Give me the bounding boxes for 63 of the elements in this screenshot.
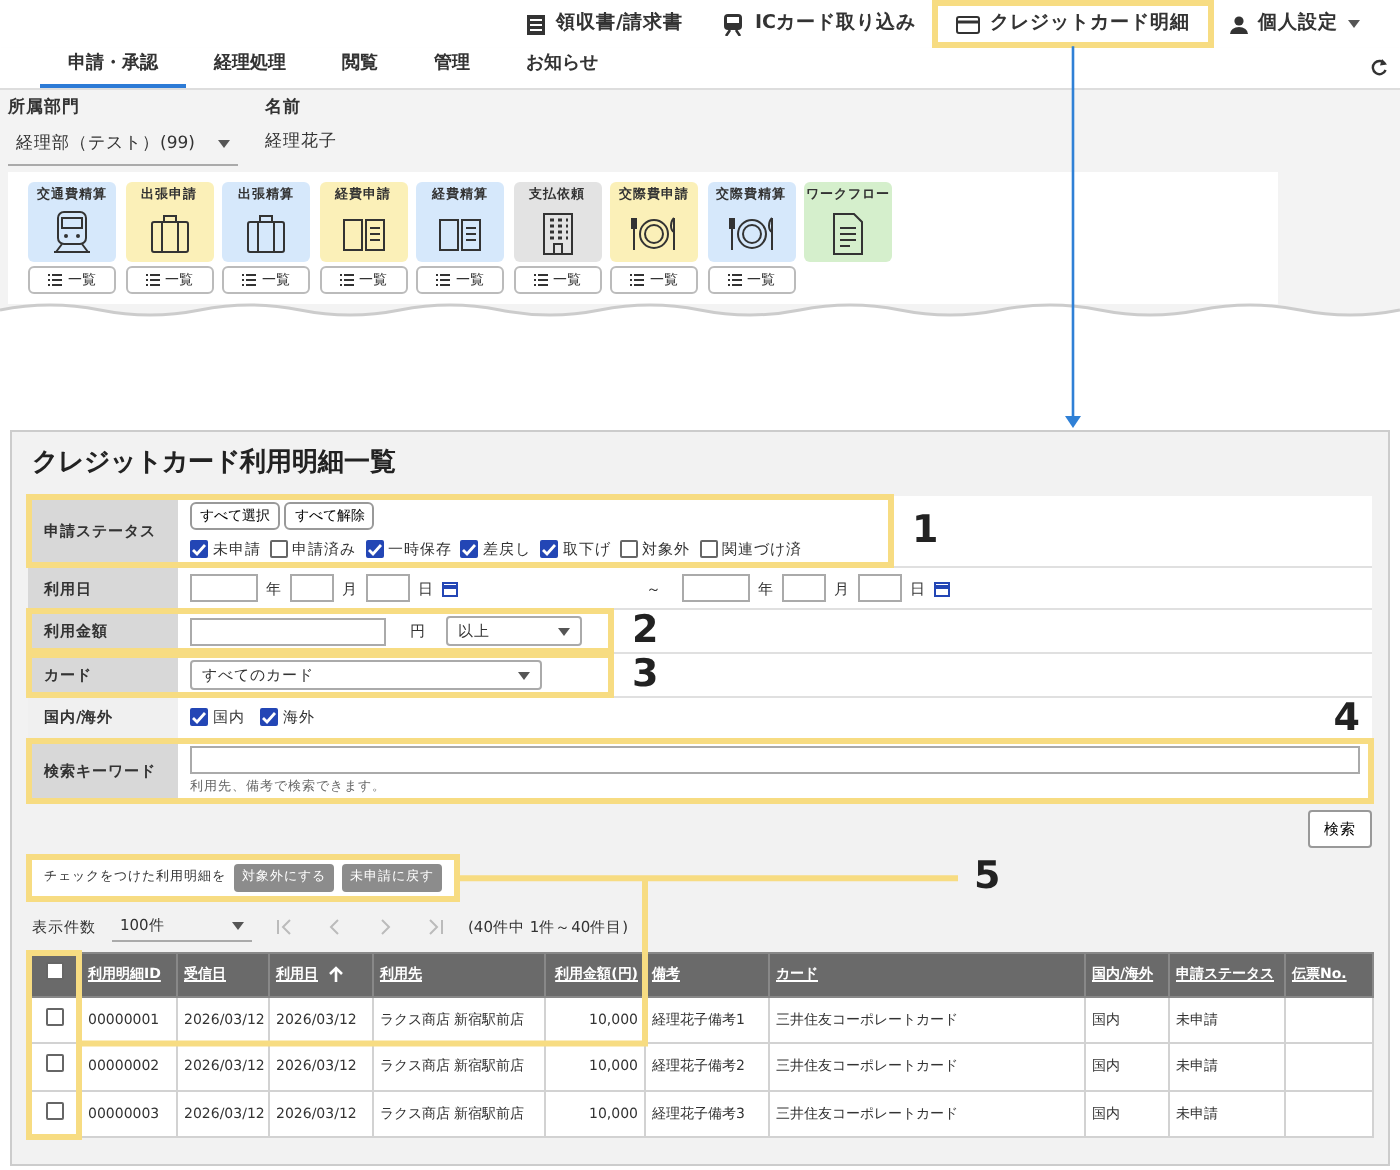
department-select[interactable]: 経理部（テスト）(99): [8, 126, 238, 166]
amount-input[interactable]: [190, 617, 386, 646]
tab[interactable]: 閲覧: [314, 45, 406, 88]
checkbox[interactable]: [190, 708, 208, 727]
callout-number: 4: [1333, 699, 1360, 737]
header-link[interactable]: ICカード取り込み: [702, 3, 936, 45]
header-link[interactable]: クレジットカード明細: [936, 3, 1210, 45]
date-input[interactable]: [190, 574, 258, 603]
caret-icon: [558, 627, 570, 636]
caret-icon: [218, 140, 230, 149]
header-link[interactable]: 領収書/請求書: [506, 3, 703, 45]
tab[interactable]: お知らせ: [498, 45, 626, 88]
field-value: 経理花子: [265, 130, 337, 156]
field-label: 名前: [265, 96, 303, 122]
checkbox[interactable]: [699, 540, 717, 559]
document-icon: [526, 13, 546, 35]
person-icon: [1230, 15, 1248, 33]
suitcase-icon: [242, 209, 290, 255]
user-menu[interactable]: 個人設定: [1210, 3, 1380, 45]
date-input[interactable]: [366, 574, 410, 603]
caret-icon: [1348, 20, 1360, 28]
checkbox[interactable]: [269, 540, 288, 559]
page-title: クレジットカード利用明細一覧: [32, 446, 398, 482]
list-icon: [48, 274, 62, 286]
date-input[interactable]: [682, 574, 750, 603]
callout-number: 1: [910, 511, 941, 550]
caret-icon: [232, 921, 244, 930]
checkbox[interactable]: [260, 708, 279, 727]
list-icon: [339, 274, 353, 286]
checkbox[interactable]: [46, 962, 64, 981]
calendar-icon[interactable]: [934, 579, 950, 598]
card-icon: [956, 15, 980, 33]
calendar-icon[interactable]: [442, 579, 458, 598]
checkbox[interactable]: [46, 1007, 64, 1026]
callout-number: 2: [630, 612, 661, 651]
date-input[interactable]: [858, 574, 902, 603]
suitcase-icon: [145, 209, 193, 255]
train-icon: [48, 209, 96, 255]
checkbox[interactable]: [619, 540, 638, 559]
train-icon: [722, 13, 745, 35]
checkbox[interactable]: [190, 540, 208, 559]
keyword-input[interactable]: [190, 745, 1360, 773]
tab[interactable]: 管理: [406, 45, 498, 88]
field-label: 所属部門: [8, 96, 82, 122]
caret-icon: [518, 671, 530, 680]
date-input[interactable]: [782, 574, 826, 603]
tab[interactable]: 経理処理: [186, 45, 314, 88]
sort-arrow-icon: [328, 966, 344, 983]
list-icon: [727, 274, 741, 286]
checkbox[interactable]: [46, 1054, 64, 1073]
list-icon: [145, 274, 159, 286]
list-icon: [533, 274, 547, 286]
callout-number: 3: [630, 656, 661, 695]
list-icon: [436, 274, 450, 286]
checkbox[interactable]: [365, 540, 383, 559]
checkbox[interactable]: [46, 1101, 64, 1120]
refresh-icon[interactable]: [1370, 58, 1388, 76]
list-icon: [630, 274, 644, 286]
checkbox[interactable]: [540, 540, 558, 559]
callout-number: 5: [974, 858, 1001, 897]
date-input[interactable]: [290, 574, 334, 603]
list-icon: [242, 274, 256, 286]
checkbox[interactable]: [460, 540, 479, 559]
